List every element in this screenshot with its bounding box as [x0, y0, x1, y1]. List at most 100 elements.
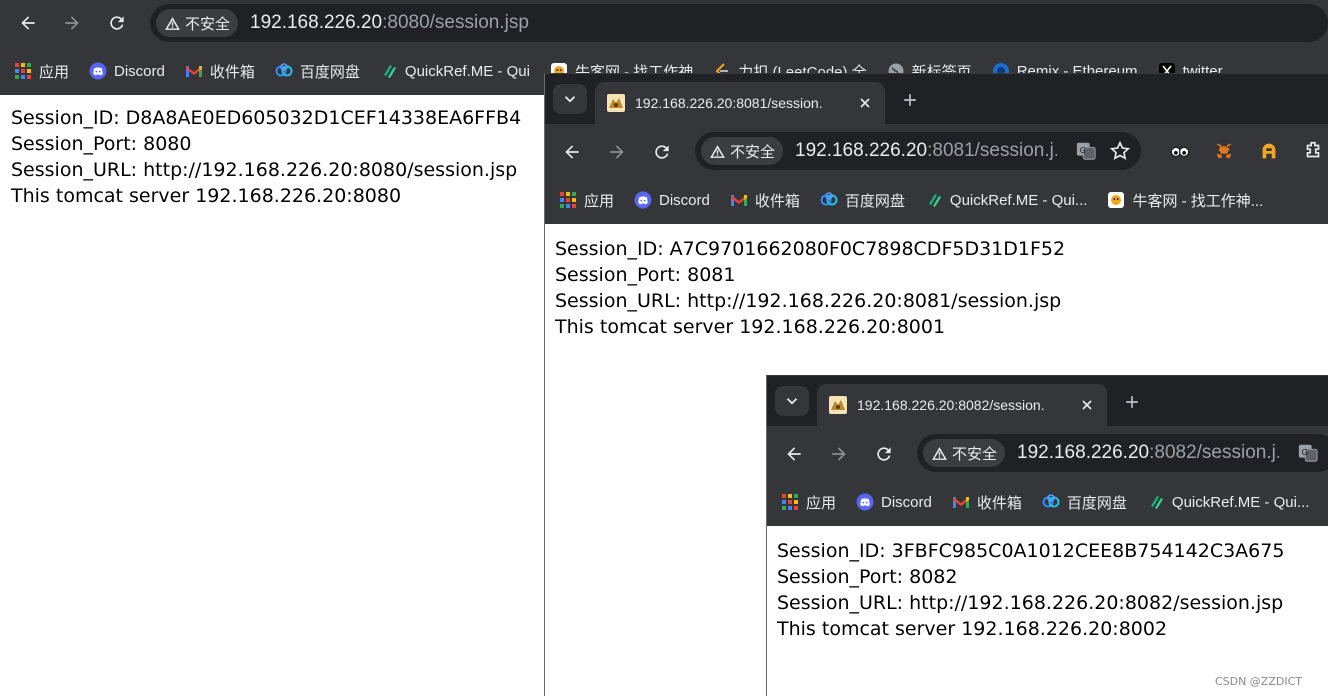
server-info-text: This tomcat server 192.168.226.20:8001: [555, 316, 946, 338]
bookmark-item[interactable]: QuickRef.ME - Qui: [380, 62, 530, 80]
bookmark-item[interactable]: Discord: [89, 62, 165, 80]
baidu-netdisk-icon: [1042, 493, 1060, 511]
bookmark-label: 百度网盘: [1066, 494, 1127, 512]
bookmark-item[interactable]: 百度网盘: [1042, 492, 1127, 513]
tab-search-button[interactable]: [553, 84, 587, 114]
watermark-text: CSDN @ZZDICT: [1214, 675, 1302, 688]
bookmark-label: 收件箱: [209, 63, 255, 81]
discord-icon: [634, 191, 652, 209]
url-host: 192.168.226.20: [1017, 442, 1150, 463]
url-host: 192.168.226.20: [795, 140, 928, 161]
bookmark-label: Discord: [881, 493, 932, 511]
translate-icon: G: [1298, 444, 1318, 462]
forward-button[interactable]: [826, 441, 852, 467]
address-bar[interactable]: 不安全 192.168.226.20:8081/session.j... G: [695, 132, 1141, 170]
back-button[interactable]: [15, 10, 41, 36]
gmail-icon: [185, 62, 203, 80]
bookmark-item[interactable]: 收件箱: [730, 190, 800, 211]
warning-icon: [932, 446, 947, 460]
arrow-left-icon: [21, 16, 35, 30]
bookmark-item[interactable]: 应用: [559, 190, 614, 211]
bookmark-item[interactable]: Discord: [634, 191, 710, 209]
bookmark-label: 收件箱: [976, 494, 1022, 512]
url-path: :8081/session.j...: [927, 140, 1058, 161]
arrow-left-icon: [565, 145, 579, 159]
apps-grid-icon: [781, 493, 799, 511]
security-indicator[interactable]: 不安全: [701, 137, 784, 165]
gmail-icon: [952, 493, 970, 511]
bookmark-item[interactable]: 收件箱: [952, 492, 1022, 513]
tomcat-favicon-icon: [607, 94, 625, 112]
page-content: Session_ID: 3FBFC985C0A1012CEE8B754142C3…: [767, 526, 1328, 696]
security-label: 不安全: [730, 143, 776, 161]
url-text: 192.168.226.20:8081/session.j...: [795, 140, 1057, 162]
bookmark-item[interactable]: 应用: [781, 492, 836, 513]
discord-icon: [856, 493, 874, 511]
metamask-fox-icon: [1215, 143, 1233, 159]
tab-active[interactable]: 192.168.226.20:8082/session.: [817, 384, 1107, 426]
tab-strip: 192.168.226.20:8082/session.: [767, 376, 1328, 426]
bookmark-label: QuickRef.ME - Qui...: [949, 191, 1088, 209]
bookmark-item[interactable]: 收件箱: [185, 61, 255, 82]
bookmark-label: 百度网盘: [299, 63, 360, 81]
tomcat-favicon-icon: [829, 396, 847, 414]
close-tab-button[interactable]: [1077, 395, 1097, 415]
bookmark-item[interactable]: QuickRef.ME - Qui...: [1147, 493, 1309, 511]
forward-button[interactable]: [59, 10, 85, 36]
baidu-netdisk-icon: [275, 62, 293, 80]
arrow-right-icon: [610, 145, 624, 159]
tab-active[interactable]: 192.168.226.20:8081/session.: [595, 82, 885, 124]
reload-button[interactable]: [104, 10, 130, 36]
extensions-menu-button[interactable]: [1300, 138, 1326, 164]
toolbar: 不安全 192.168.226.20:8080/session.jsp: [0, 0, 1328, 47]
tab-title: 192.168.226.20:8081/session.: [635, 95, 823, 111]
security-indicator[interactable]: 不安全: [923, 439, 1006, 467]
back-button[interactable]: [559, 139, 585, 165]
apps-grid-icon: [14, 62, 32, 80]
star-outline-icon: [1109, 140, 1131, 160]
arrow-left-icon: [787, 447, 801, 461]
bookmark-item[interactable]: 牛客网 - 找工作神...: [1107, 190, 1263, 211]
new-tab-button[interactable]: [1119, 389, 1145, 415]
gmail-icon: [730, 191, 748, 209]
tab-search-button[interactable]: [775, 386, 809, 416]
close-tab-button[interactable]: [855, 93, 875, 113]
quickref-icon: [925, 191, 943, 209]
warning-icon: [165, 16, 180, 30]
url-path: :8082/session.j...: [1149, 442, 1280, 463]
address-bar[interactable]: 不安全 192.168.226.20:8082/session.j... G: [917, 434, 1328, 472]
new-tab-button[interactable]: [897, 87, 923, 113]
security-indicator[interactable]: 不安全: [156, 9, 239, 37]
bookmark-item[interactable]: Discord: [856, 493, 932, 511]
forward-button[interactable]: [604, 139, 630, 165]
server-info-text: This tomcat server 192.168.226.20:8002: [777, 618, 1168, 640]
bookmark-label: 应用: [806, 494, 837, 512]
tab-title: 192.168.226.20:8082/session.: [857, 397, 1045, 413]
reload-icon: [877, 447, 891, 461]
back-button[interactable]: [781, 441, 807, 467]
puzzle-icon: [1306, 141, 1320, 158]
translate-button[interactable]: G: [1073, 138, 1099, 164]
plus-icon: [1126, 396, 1138, 408]
url-path: :8080/session.jsp: [382, 12, 529, 33]
metamask-extension-button[interactable]: [1211, 138, 1237, 164]
extension-button[interactable]: [1167, 138, 1193, 164]
address-bar[interactable]: 不安全 192.168.226.20:8080/session.jsp: [150, 4, 1328, 42]
reload-button[interactable]: [871, 441, 897, 467]
extension-button[interactable]: [1256, 138, 1282, 164]
bookmark-label: 百度网盘: [844, 192, 905, 210]
bookmark-item[interactable]: 百度网盘: [275, 61, 360, 82]
translate-button[interactable]: G: [1295, 440, 1321, 466]
quickref-icon: [380, 62, 398, 80]
nowcoder-icon: [1107, 191, 1125, 209]
eyes-extension-icon: [1170, 146, 1190, 158]
bookmark-item[interactable]: 百度网盘: [820, 190, 905, 211]
session-id-text: Session_ID: A7C9701662080F0C7898CDF5D31D…: [555, 238, 1066, 260]
reload-button[interactable]: [649, 139, 675, 165]
bookmark-star-button[interactable]: [1107, 138, 1133, 164]
bookmark-item[interactable]: QuickRef.ME - Qui...: [925, 191, 1088, 209]
url-text: 192.168.226.20:8082/session.j...: [1017, 442, 1279, 464]
bookmark-item[interactable]: 应用: [14, 61, 69, 82]
quickref-icon: [1147, 493, 1165, 511]
translate-icon: G: [1076, 142, 1096, 160]
